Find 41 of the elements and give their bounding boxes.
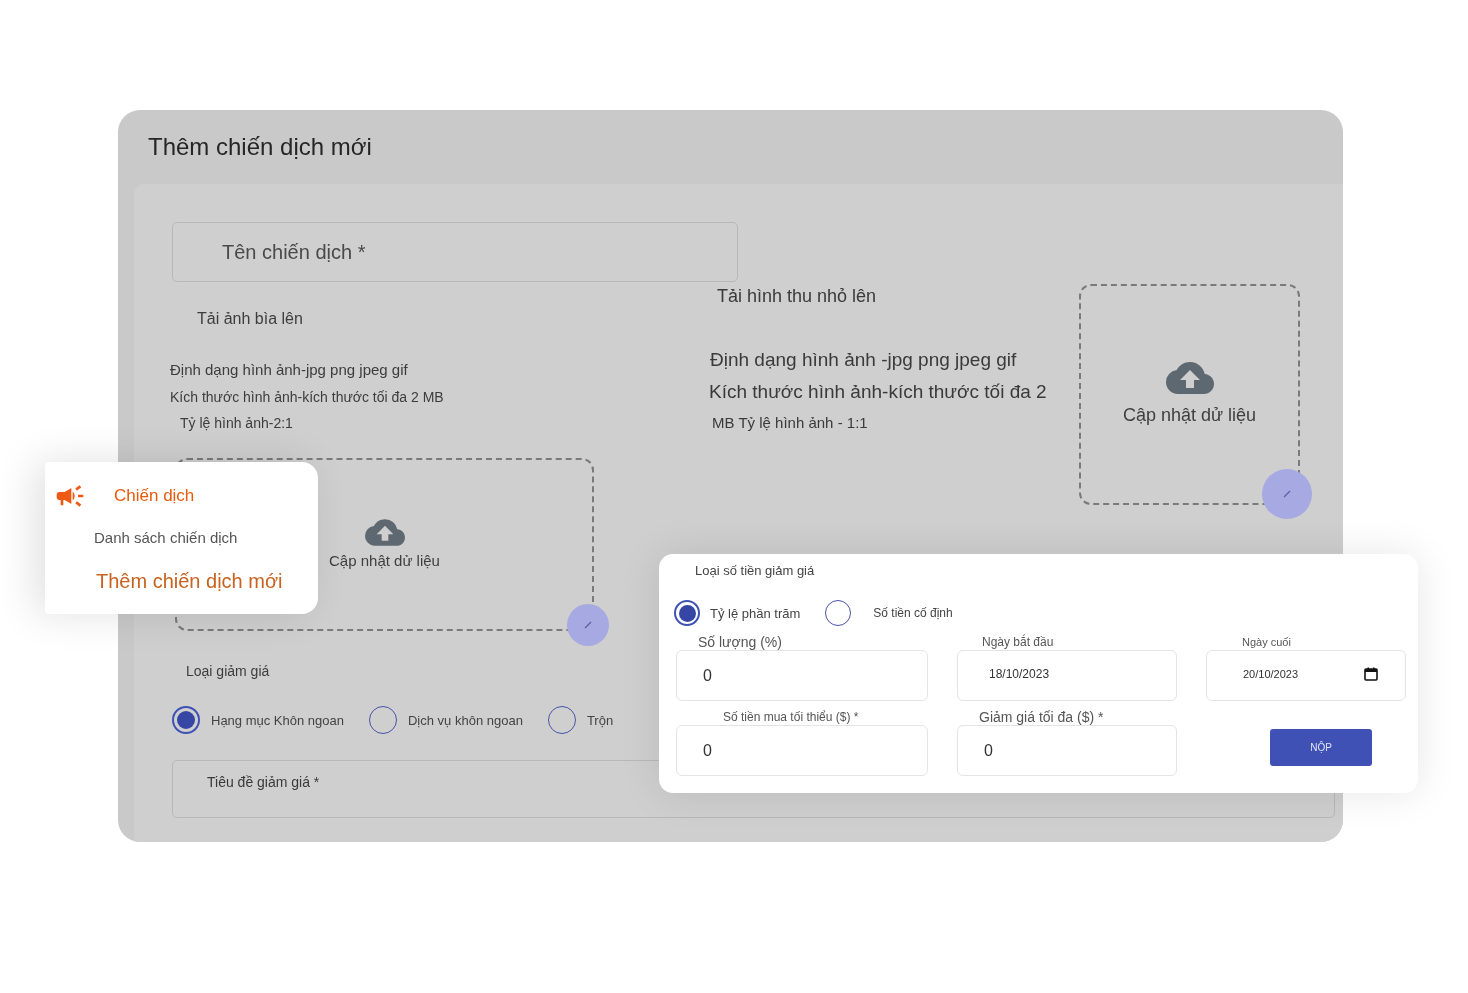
input-field[interactable]: 0	[676, 725, 928, 776]
field-label: Ngày cuối	[1242, 635, 1291, 650]
upload-note: Kích thước hình ảnh-kích thước tối đa 2	[708, 380, 1047, 404]
section-title: Tải hình thu nhỏ lên	[716, 285, 877, 307]
upload-note: MB Tỷ lệ hình ảnh - 1:1	[711, 413, 868, 433]
field-value: 0	[703, 741, 712, 760]
input-field[interactable]: 0	[957, 725, 1177, 776]
field-label: Loại giảm giá	[185, 662, 270, 680]
radio-option[interactable]: Hạng mục Khôn ngoan	[172, 706, 344, 734]
radio-option[interactable]: Số tiền cố định	[825, 600, 953, 626]
edit-button[interactable]	[567, 604, 609, 646]
pen-icon	[1282, 489, 1292, 499]
calendar-icon	[1364, 666, 1378, 681]
input-field[interactable]: 18/10/2023	[957, 650, 1177, 701]
upload-note: Tỷ lệ hình ảnh-2:1	[179, 414, 293, 432]
field-label: Giảm giá tối đa ($) *	[979, 709, 1104, 725]
upload-note: Kích thước hình ảnh-kích thước tối đa 2 MB	[170, 388, 444, 406]
field-value: 0	[984, 741, 993, 760]
submit-button[interactable]: NỘP	[1270, 729, 1372, 766]
upload-note: Định dạng hình ảnh-jpg png jpeg gif	[170, 360, 408, 380]
field-value: 20/10/2023	[1243, 667, 1299, 680]
field-label: Ngày bắt đầu	[982, 634, 1054, 650]
input-field[interactable]: 20/10/2023	[1206, 650, 1406, 701]
megaphone-icon	[56, 484, 84, 508]
radio-option[interactable]: Trộn	[547, 706, 614, 734]
pen-icon	[583, 620, 593, 630]
input-field[interactable]: 0	[676, 650, 928, 701]
field-label: Số lượng (%)	[698, 634, 782, 650]
campaign-name-field[interactable]: Tên chiến dịch *	[172, 222, 738, 282]
field-label: Loại số tiền giảm giá	[695, 562, 815, 580]
edit-button[interactable]	[1262, 469, 1312, 519]
upload-note: Định dạng hình ảnh -jpg png jpeg gif	[709, 348, 1017, 372]
field-value: 0	[703, 666, 712, 685]
page-title: Thêm chiến dịch mới	[148, 133, 372, 161]
radio-option[interactable]: Dịch vụ khôn ngoan	[369, 706, 523, 734]
cloud-upload-icon	[1165, 361, 1214, 394]
radio-option[interactable]: Tỷ lệ phần trăm	[674, 600, 801, 626]
field-value: 18/10/2023	[989, 666, 1050, 681]
field-label: Số tiền mua tối thiểu ($) *	[723, 709, 859, 725]
section-title: Tải ảnh bìa lên	[196, 309, 303, 329]
cloud-upload-icon	[364, 519, 405, 546]
